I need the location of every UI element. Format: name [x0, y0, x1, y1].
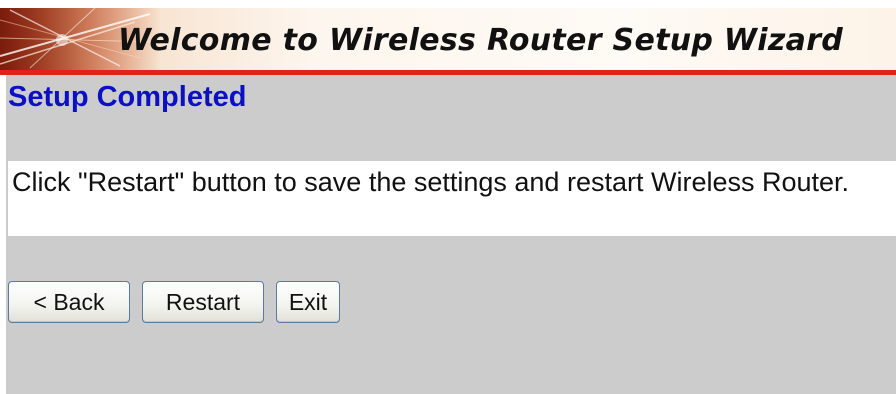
instruction-text: Click "Restart" button to save the setti… — [12, 167, 850, 197]
wizard-page: Welcome to Wireless Router Setup Wizard … — [0, 0, 896, 394]
content-panel: Setup Completed Click "Restart" button t… — [6, 75, 896, 394]
banner-title: Welcome to Wireless Router Setup Wizard — [118, 23, 844, 58]
restart-button[interactable]: Restart — [142, 281, 264, 323]
banner: Welcome to Wireless Router Setup Wizard — [0, 8, 896, 70]
page-title: Setup Completed — [8, 81, 247, 113]
message-box: Click "Restart" button to save the setti… — [8, 161, 896, 236]
exit-button[interactable]: Exit — [276, 281, 340, 323]
back-button[interactable]: < Back — [8, 281, 130, 323]
